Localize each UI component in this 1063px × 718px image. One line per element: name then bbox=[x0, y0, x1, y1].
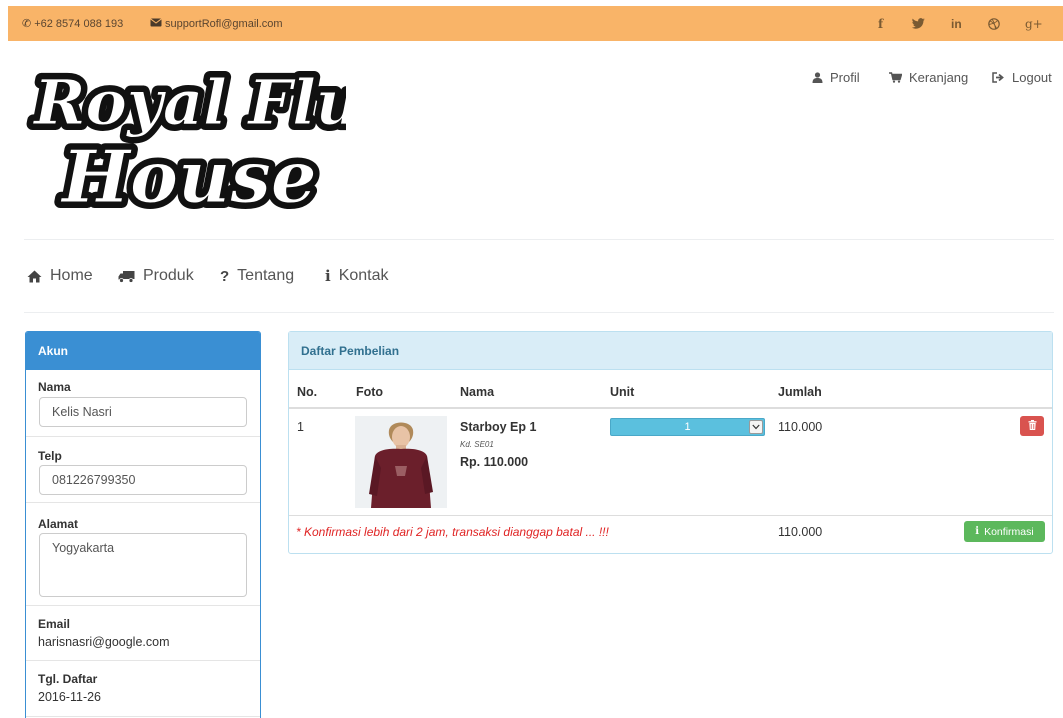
profil-label: Profil bbox=[830, 69, 860, 85]
svg-text:Royal Flush: Royal Flush bbox=[32, 66, 346, 139]
user-icon bbox=[812, 71, 823, 83]
envelope-icon bbox=[150, 17, 162, 30]
email-value: harisnasri@google.com bbox=[38, 635, 170, 649]
tgl-daftar-label: Tgl. Daftar bbox=[38, 672, 98, 686]
item-price: Rp. 110.000 bbox=[460, 455, 529, 469]
phone-number: +62 8574 088 193 bbox=[34, 17, 124, 30]
support-email: supportRofl@gmail.com bbox=[165, 17, 283, 30]
linkedin-icon[interactable]: in bbox=[951, 6, 962, 41]
nama-label: Nama bbox=[38, 380, 71, 394]
item-name: Starboy Ep 1 bbox=[460, 420, 537, 434]
item-no: 1 bbox=[297, 420, 304, 434]
top-bar: ✆ +62 8574 088 193 supportRofl@gmail.com… bbox=[8, 6, 1063, 41]
alamat-label: Alamat bbox=[38, 517, 79, 531]
akun-panel: Akun Nama Kelis Nasri Telp 081226799350 … bbox=[25, 331, 261, 718]
column-header-jumlah: Jumlah bbox=[778, 385, 822, 399]
delete-item-button[interactable] bbox=[1020, 416, 1044, 436]
table-header-divider bbox=[289, 407, 1052, 409]
chevron-down-icon[interactable] bbox=[749, 420, 763, 434]
info-icon: i bbox=[975, 526, 980, 537]
nav-kontak[interactable]: i Kontak bbox=[325, 266, 389, 286]
tentang-label: Tentang bbox=[237, 267, 295, 284]
keranjang-label: Keranjang bbox=[909, 69, 969, 85]
daftar-pembelian-panel: Daftar Pembelian No. Foto Nama Unit Juml… bbox=[288, 331, 1053, 554]
facebook-icon[interactable]: f bbox=[878, 6, 883, 41]
kontak-label: Kontak bbox=[338, 267, 389, 284]
konfirmasi-label: Konfirmasi bbox=[984, 525, 1034, 538]
home-icon bbox=[27, 270, 42, 283]
header-divider bbox=[24, 239, 1054, 240]
column-header-no: No. bbox=[297, 385, 318, 399]
cart-icon bbox=[889, 71, 902, 83]
tgl-daftar-value: 2016-11-26 bbox=[38, 690, 102, 704]
total-jumlah: 110.000 bbox=[778, 525, 823, 539]
akun-panel-title: Akun bbox=[26, 332, 260, 370]
nav-divider bbox=[24, 312, 1054, 313]
email-label: Email bbox=[38, 617, 71, 631]
google-plus-icon[interactable]: g+ bbox=[1025, 6, 1043, 41]
home-label: Home bbox=[50, 267, 93, 284]
product-photo[interactable] bbox=[355, 416, 447, 508]
nav-home[interactable]: Home bbox=[27, 266, 93, 286]
telp-label: Telp bbox=[38, 449, 62, 463]
item-code: Kd. SE01 bbox=[460, 440, 494, 449]
item-jumlah: 110.000 bbox=[778, 420, 823, 434]
column-header-unit: Unit bbox=[610, 385, 635, 399]
nav-logout[interactable]: Logout bbox=[992, 68, 1052, 86]
phone-icon: ✆ bbox=[22, 18, 32, 30]
logout-label: Logout bbox=[1012, 69, 1052, 85]
tgl-daftar-section: Tgl. Daftar 2016-11-26 bbox=[26, 660, 260, 716]
twitter-icon[interactable] bbox=[912, 6, 925, 41]
produk-label: Produk bbox=[143, 267, 194, 284]
unit-select-value: 1 bbox=[684, 421, 691, 433]
daftar-pembelian-title: Daftar Pembelian bbox=[289, 332, 1052, 370]
svg-text:House: House bbox=[60, 134, 317, 219]
nav-keranjang[interactable]: Keranjang bbox=[889, 68, 968, 86]
nav-produk[interactable]: Produk bbox=[118, 266, 194, 286]
nav-profil[interactable]: Profil bbox=[812, 68, 860, 86]
email-contact[interactable]: supportRofl@gmail.com bbox=[150, 6, 283, 41]
konfirmasi-button[interactable]: i Konfirmasi bbox=[964, 521, 1045, 542]
sign-out-icon bbox=[992, 71, 1005, 83]
column-header-nama: Nama bbox=[460, 385, 495, 399]
column-header-foto: Foto bbox=[356, 385, 384, 399]
dribbble-icon[interactable] bbox=[988, 6, 1000, 41]
telp-section: Telp 081226799350 bbox=[26, 436, 260, 502]
truck-icon bbox=[118, 270, 135, 283]
nama-field[interactable]: Kelis Nasri bbox=[39, 397, 247, 427]
royal-flush-house-logo[interactable]: Royal Flush Royal Flush House House bbox=[24, 54, 346, 224]
konfirmasi-warning: * Konfirmasi lebih dari 2 jam, transaksi… bbox=[296, 525, 609, 539]
email-section: Email harisnasri@google.com bbox=[26, 605, 260, 660]
nama-section: Nama Kelis Nasri bbox=[26, 370, 260, 436]
alamat-section: Alamat Yogyakarta bbox=[26, 502, 260, 605]
table-row-divider bbox=[289, 515, 1052, 516]
telp-field[interactable]: 081226799350 bbox=[39, 465, 247, 495]
trash-icon bbox=[1028, 417, 1037, 435]
question-icon: ? bbox=[220, 267, 230, 285]
alamat-field[interactable]: Yogyakarta bbox=[39, 533, 247, 597]
phone-contact: ✆ +62 8574 088 193 bbox=[22, 6, 123, 41]
info-icon: i bbox=[325, 267, 331, 285]
unit-select[interactable]: 1 bbox=[610, 418, 765, 436]
nav-tentang[interactable]: ? Tentang bbox=[220, 266, 294, 286]
